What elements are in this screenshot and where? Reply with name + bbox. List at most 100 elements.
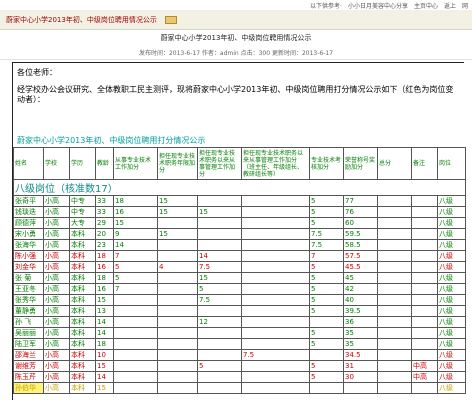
header-cell: 学校 bbox=[43, 147, 70, 180]
table-cell: 本科 bbox=[69, 228, 96, 240]
table-cell: 5 bbox=[309, 294, 344, 306]
table-cell bbox=[411, 283, 438, 295]
table-cell bbox=[157, 250, 198, 262]
table-cell bbox=[241, 206, 310, 218]
header-cell: 教龄 bbox=[95, 147, 114, 180]
table-cell bbox=[113, 349, 158, 361]
table-cell: 42 bbox=[343, 283, 378, 295]
table-cell: 15 bbox=[95, 294, 114, 306]
table-cell: 39.5 bbox=[343, 305, 378, 317]
table-cell: 40 bbox=[343, 294, 378, 306]
table-cell: 33 bbox=[95, 206, 114, 218]
table-cell: 7.5 bbox=[309, 239, 344, 251]
table-cell bbox=[197, 217, 242, 229]
table-cell bbox=[241, 305, 310, 317]
topbar-item[interactable]: 小小日月美容中心分享 bbox=[348, 1, 408, 10]
topbar-item[interactable]: 主页中心 bbox=[414, 1, 438, 10]
table-cell: 小高 bbox=[43, 206, 70, 218]
table-cell: 15 bbox=[113, 217, 158, 229]
table-cell bbox=[377, 371, 412, 383]
table-cell bbox=[377, 272, 412, 284]
table-cell bbox=[157, 239, 198, 251]
table-cell bbox=[377, 206, 412, 218]
table-cell: 八级 bbox=[437, 338, 466, 350]
header-cell: 担任现专业技术职务以来从事管理工作加分（班主任、年级组长、教研组长等） bbox=[241, 147, 310, 180]
table-header-row: 姓名 学校 学历 教龄 从事专业技术工作加分 担任现专业技术职务年限加分 担任现… bbox=[13, 147, 466, 180]
table-cell bbox=[157, 371, 198, 383]
table-cell: 本科 bbox=[69, 239, 96, 251]
table-cell: 邵海兰 bbox=[13, 349, 44, 361]
table-cell: 本科 bbox=[69, 305, 96, 317]
topbar-item[interactable]: 以下供参考· bbox=[310, 1, 342, 10]
table-cell bbox=[411, 272, 438, 284]
table-cell bbox=[197, 327, 242, 339]
table-cell: 八级 bbox=[437, 195, 466, 207]
table-cell: 5 bbox=[309, 206, 344, 218]
table-cell: 八级 bbox=[437, 283, 466, 295]
table-cell bbox=[157, 217, 198, 229]
table-cell: 5 bbox=[309, 338, 344, 350]
table-cell bbox=[241, 316, 310, 328]
table-cell bbox=[411, 327, 438, 339]
table-cell: 八级 bbox=[437, 371, 466, 383]
table-cell: 34.5 bbox=[343, 349, 378, 361]
table-cell bbox=[411, 250, 438, 262]
table-cell bbox=[377, 239, 412, 251]
table-cell bbox=[197, 305, 242, 317]
table-cell bbox=[241, 261, 310, 273]
table-cell: 本科 bbox=[69, 261, 96, 273]
table-cell: 20 bbox=[95, 228, 114, 240]
table-cell: 7.5 bbox=[309, 228, 344, 240]
table-cell: 中高 bbox=[411, 360, 438, 372]
table-cell: 中专 bbox=[69, 206, 96, 218]
table-row: 孙伯华 小高 本科 15 八级 bbox=[13, 382, 466, 394]
table-cell: 58.5 bbox=[343, 239, 378, 251]
table-cell: 7.5 bbox=[197, 261, 242, 273]
table-cell: 35 bbox=[343, 327, 378, 339]
table-row: 王亚冬 小高 本科 16 7 5 5 42 八级 bbox=[13, 283, 466, 295]
table-row: 张奇平 小高 中专 33 18 15 5 77 八级 bbox=[13, 195, 466, 207]
table-cell: 小高 bbox=[43, 250, 70, 262]
table-cell: 小高 bbox=[43, 239, 70, 251]
table-cell: 10 bbox=[95, 349, 114, 361]
table-cell: 33 bbox=[95, 195, 114, 207]
table-cell: 小高 bbox=[43, 305, 70, 317]
table-cell: 小高 bbox=[43, 217, 70, 229]
table-cell: 5 bbox=[309, 195, 344, 207]
table-cell: 7.5 bbox=[241, 349, 310, 361]
table-cell: 陈玉芹 bbox=[13, 371, 44, 383]
table-cell bbox=[113, 305, 158, 317]
table-cell bbox=[157, 305, 198, 317]
table-cell: 陆卫军 bbox=[13, 338, 44, 350]
table-cell bbox=[241, 239, 310, 251]
table-cell: 18 bbox=[113, 195, 158, 207]
table-cell bbox=[157, 382, 198, 394]
table-cell bbox=[377, 382, 412, 394]
table-cell: 15 bbox=[157, 206, 198, 218]
table-cell: 14 bbox=[95, 327, 114, 339]
header-cell: 岗位 bbox=[437, 147, 466, 180]
table-cell: 31 bbox=[343, 360, 378, 372]
table-cell: 16 bbox=[95, 261, 114, 273]
table-row: 邵海兰 小高 本科 10 7.5 34.5 八级 bbox=[13, 349, 466, 361]
topbar-item[interactable]: 返上 bbox=[444, 1, 456, 10]
table-cell: 本科 bbox=[69, 327, 96, 339]
table-row: 吴丽丽 小高 本科 14 5 35 八级 bbox=[13, 327, 466, 339]
table-cell: 45.5 bbox=[343, 261, 378, 273]
table-cell bbox=[241, 360, 310, 372]
table-cell bbox=[411, 195, 438, 207]
table-row: 谢维芳 小高 本科 15 5 5 31 中高 八级 bbox=[13, 360, 466, 372]
table-cell bbox=[113, 338, 158, 350]
page-title-link[interactable]: 蔚家中心小学2013年初、中级岗位聘用情况公示 bbox=[6, 15, 157, 25]
table-cell: 本科 bbox=[69, 272, 96, 284]
table-cell: 八级 bbox=[437, 206, 466, 218]
table-cell bbox=[157, 294, 198, 306]
table-cell: 15 bbox=[95, 382, 114, 394]
table-cell: 刘金华 bbox=[13, 261, 44, 273]
header-cell: 总分 bbox=[377, 147, 412, 180]
table-cell bbox=[241, 272, 310, 284]
table-title: 蔚家中心小学2013年初、中级岗位聘用打分情况公示 bbox=[17, 136, 206, 145]
table-cell: 小高 bbox=[43, 261, 70, 273]
table-cell bbox=[157, 338, 198, 350]
topbar-item[interactable]: 网 bbox=[462, 1, 468, 10]
